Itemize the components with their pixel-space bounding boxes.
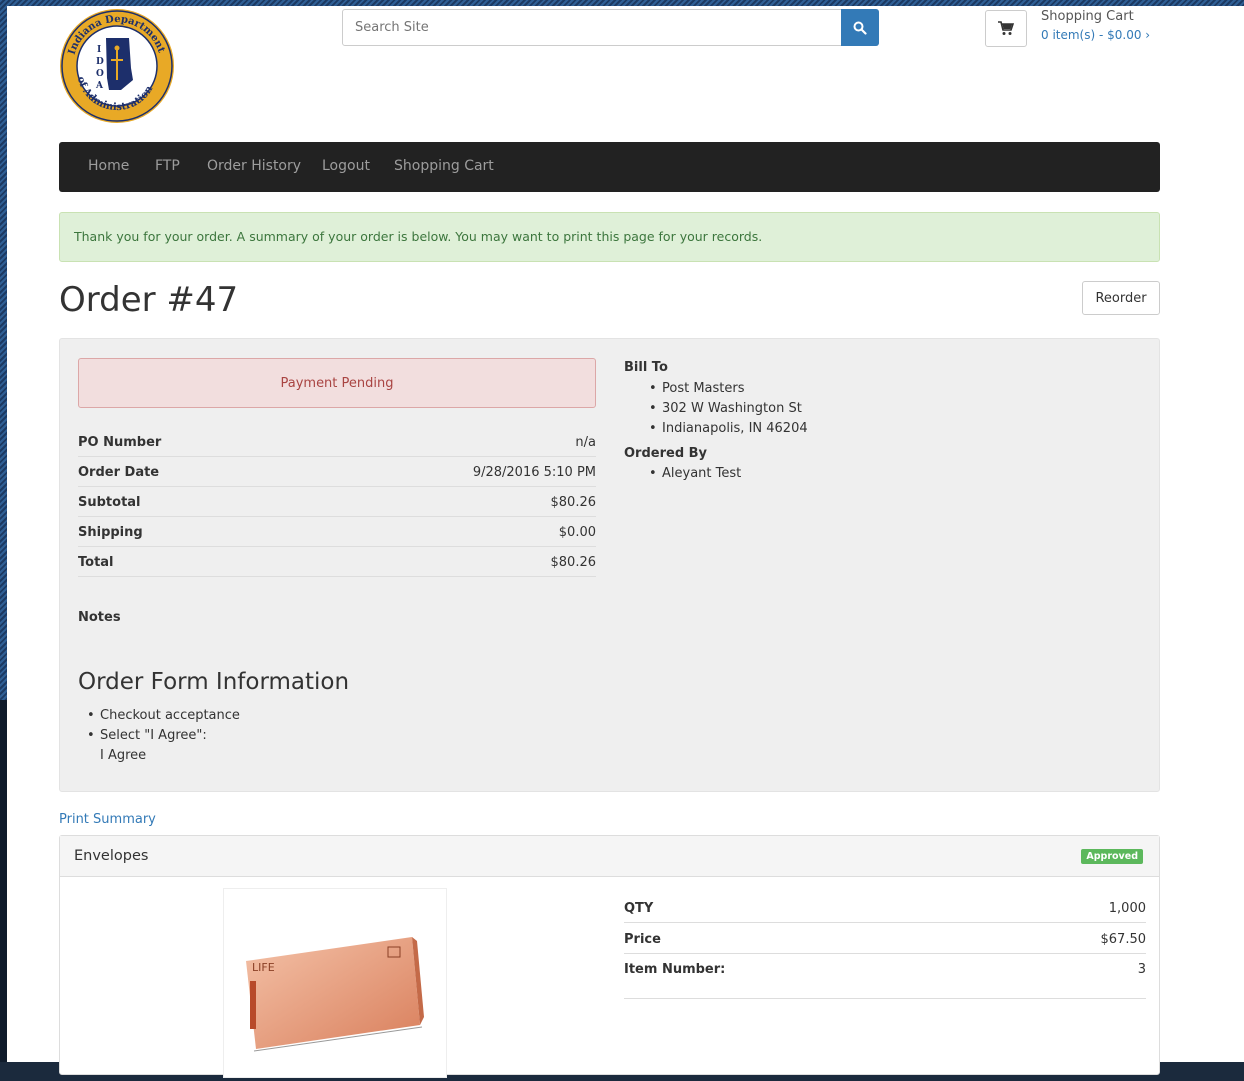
detail-value: $80.26 [550, 555, 597, 570]
product-thumbnail[interactable]: LIFE [223, 888, 447, 1078]
idoa-logo[interactable]: I D O A Indiana Department of Administra… [59, 8, 175, 124]
nav-logout[interactable]: Logout [322, 158, 370, 174]
ordered-by-list: Aleyant Test [649, 466, 741, 481]
success-alert: Thank you for your order. A summary of y… [59, 212, 1160, 262]
svg-text:A: A [95, 81, 104, 91]
notes-label: Notes [78, 610, 121, 625]
detail-row: PO Number n/a [78, 427, 596, 457]
nav-ftp[interactable]: FTP [155, 158, 180, 174]
browser-page: I D O A Indiana Department of Administra… [7, 6, 1244, 1078]
cart-icon [998, 21, 1014, 35]
search-icon [853, 21, 867, 35]
item-detail-row: QTY 1,000 [624, 893, 1146, 923]
svg-text:I: I [97, 45, 101, 55]
detail-row: Order Date 9/28/2016 5:10 PM [78, 457, 596, 487]
detail-value: $0.00 [558, 525, 596, 540]
item-detail-value: 3 [1137, 962, 1146, 977]
address-line: Indianapolis, IN 46204 [649, 419, 808, 439]
nav-home[interactable]: Home [88, 158, 129, 174]
detail-label: PO Number [78, 435, 162, 450]
cart-title: Shopping Cart [1041, 9, 1134, 24]
reorder-button[interactable]: Reorder [1082, 281, 1160, 315]
item-detail-label: Item Number: [624, 962, 726, 977]
bill-to-address: Post Masters 302 W Washington St Indiana… [649, 379, 808, 439]
detail-value: $80.26 [550, 495, 597, 510]
item-detail-value: 1,000 [1108, 901, 1146, 916]
address-line: Post Masters [649, 379, 808, 399]
detail-row: Shipping $0.00 [78, 517, 596, 547]
page-title: Order #47 [59, 280, 239, 320]
cart-button[interactable] [985, 10, 1027, 47]
item-detail-row: Item Number: 3 [624, 954, 1146, 984]
divider [624, 998, 1146, 999]
search-input[interactable] [343, 10, 862, 45]
item-detail-label: QTY [624, 901, 654, 916]
order-form-info-list: Checkout acceptance Select "I Agree": I … [87, 706, 240, 766]
main-navbar: Home FTP Order History Logout Shopping C… [59, 142, 1160, 192]
item-detail-value: $67.50 [1100, 932, 1147, 947]
print-summary-link[interactable]: Print Summary [59, 812, 156, 827]
envelope-logo-text: LIFE [252, 961, 275, 974]
detail-row: Subtotal $80.26 [78, 487, 596, 517]
detail-value: n/a [575, 435, 596, 450]
item-panel: Envelopes Approved LIFE QTY 1,000 Price … [59, 835, 1160, 1078]
item-panel-header: Envelopes Approved [60, 836, 1159, 877]
alert-message: Thank you for your order. A summary of y… [74, 229, 763, 244]
detail-label: Shipping [78, 525, 143, 540]
search-button[interactable] [841, 9, 879, 46]
order-summary: Payment Pending PO Number n/a Order Date… [59, 338, 1160, 792]
address-line: 302 W Washington St [649, 399, 808, 419]
envelope-image: LIFE [246, 937, 424, 1052]
status-badge: Approved [1081, 849, 1143, 864]
item-detail-row: Price $67.50 [624, 924, 1146, 954]
detail-row: Total $80.26 [78, 547, 596, 577]
ordered-by-heading: Ordered By [624, 446, 708, 461]
svg-text:O: O [96, 69, 104, 79]
detail-value: 9/28/2016 5:10 PM [472, 465, 596, 480]
nav-shopping-cart[interactable]: Shopping Cart [394, 158, 494, 174]
list-item-value: I Agree [100, 748, 147, 763]
svg-text:D: D [96, 57, 104, 67]
list-item: Checkout acceptance [87, 706, 240, 726]
item-detail-label: Price [624, 932, 661, 947]
item-name: Envelopes [74, 848, 149, 864]
site-search [342, 9, 879, 46]
bill-to-heading: Bill To [624, 360, 668, 375]
ordered-by-name: Aleyant Test [649, 466, 741, 481]
detail-label: Order Date [78, 465, 160, 480]
payment-status-alert: Payment Pending [78, 358, 596, 408]
detail-label: Total [78, 555, 114, 570]
order-form-info-heading: Order Form Information [78, 669, 350, 695]
list-item: Select "I Agree": [87, 726, 240, 746]
cart-summary-link[interactable]: 0 item(s) - $0.00 › [1041, 28, 1150, 42]
nav-order-history[interactable]: Order History [207, 158, 301, 174]
detail-label: Subtotal [78, 495, 141, 510]
